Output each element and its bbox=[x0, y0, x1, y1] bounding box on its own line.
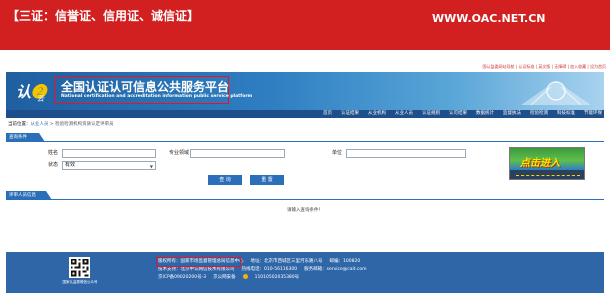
footer-line-support: 技术支持：北京中认网信技术有限公司 热线电话：010-56116300 服务邮箱：s… bbox=[158, 266, 374, 274]
footer-tech-support: 技术支持：北京中认网信技术有限公司 bbox=[158, 267, 235, 272]
status-value: 有效 bbox=[65, 162, 76, 168]
breadcrumb-link[interactable]: 从业人员 bbox=[31, 122, 49, 127]
site-title: 全国认证认可信息公共服务平台 bbox=[61, 80, 230, 94]
promo-banner: 【三证：信誉证、信用证、诚信证】 WWW.OAC.NET.CN bbox=[0, 0, 610, 50]
nav-item[interactable]: 检验检测 bbox=[530, 110, 548, 118]
promo-road-line bbox=[516, 175, 580, 176]
results-panel-tab: 评审人员信息 bbox=[6, 191, 52, 200]
unit-label: 单位 bbox=[332, 150, 343, 156]
nav-item[interactable]: 数据统计 bbox=[476, 110, 494, 118]
nav-item[interactable]: 认证结果 bbox=[341, 110, 359, 118]
nav-item[interactable]: 从业人员 bbox=[395, 110, 413, 118]
footer-icp[interactable]: 京ICP备09020200号-3 bbox=[158, 275, 206, 280]
nav-item[interactable]: 首页 bbox=[323, 110, 332, 118]
name-label: 姓名 bbox=[48, 150, 59, 156]
major-label: 专业领域 bbox=[169, 150, 190, 156]
top-links[interactable]: 国认监委网站导航 | 认证标准 | 英文版 | 无障碍 | 加入收藏 | 设为首… bbox=[436, 63, 606, 71]
spacer bbox=[0, 50, 610, 63]
site-subtitle: National certification and accreditation… bbox=[61, 94, 253, 99]
banner-url[interactable]: WWW.OAC.NET.CN bbox=[432, 12, 546, 25]
status-select[interactable]: 有效 ▼ bbox=[62, 161, 156, 170]
header-decoration-icon bbox=[521, 81, 591, 106]
site-header: 认❷ 云 全国认证认可信息公共服务平台 National certificati… bbox=[6, 72, 604, 110]
footer-email[interactable]: 服务邮箱：service@cait.com bbox=[304, 267, 366, 272]
footer-address: 地址：北京市西城区三里河东路八号 bbox=[250, 259, 323, 264]
breadcrumb-current: 检验检测机构资质认定评审员 bbox=[55, 122, 114, 127]
qr-caption: 国家认监委微信公众号 bbox=[62, 280, 98, 284]
banner-slogan: 【三证：信誉证、信用证、诚信证】 bbox=[7, 9, 200, 23]
nav-item[interactable]: 节能环保 bbox=[584, 110, 602, 118]
qr-code-icon bbox=[69, 257, 90, 278]
nav-item[interactable]: 认证规则 bbox=[422, 110, 440, 118]
promo-entry-button[interactable]: 点击进入 bbox=[509, 147, 585, 180]
nav-item[interactable]: 从业机构 bbox=[368, 110, 386, 118]
status-label: 状态 bbox=[48, 162, 59, 168]
logo-subtext: 云 bbox=[37, 95, 44, 103]
police-badge-icon bbox=[242, 274, 248, 279]
footer-police-number[interactable]: 11010502035380号 bbox=[255, 275, 300, 280]
reset-button[interactable]: 重 置 bbox=[250, 175, 284, 185]
results-panel-header: 评审人员信息 bbox=[6, 191, 604, 200]
breadcrumb-prefix: 当前位置： bbox=[8, 122, 31, 127]
nav-item[interactable]: 科技标准 bbox=[557, 110, 575, 118]
unit-input[interactable] bbox=[346, 149, 466, 158]
main-nav: 首页 认证结果 从业机构 从业人员 认证规则 认可结果 数据统计 监督执法 检验检测 科技标准 节能… bbox=[6, 110, 604, 118]
footer-copyright-highlight bbox=[156, 257, 241, 267]
chevron-down-icon: ▼ bbox=[149, 164, 153, 169]
nav-item[interactable]: 监督执法 bbox=[503, 110, 521, 118]
search-panel-header: 查询条件 bbox=[6, 133, 604, 142]
search-panel-tab: 查询条件 bbox=[6, 133, 45, 142]
logo-text: 认 bbox=[16, 83, 32, 101]
name-input[interactable] bbox=[62, 149, 156, 158]
nav-item[interactable]: 认可结果 bbox=[449, 110, 467, 118]
nav-items: 首页 认证结果 从业机构 从业人员 认证规则 认可结果 数据统计 监督执法 检验检测 科技标准 节能… bbox=[323, 110, 602, 118]
breadcrumb: 当前位置：从业人员 > 检验检测机构资质认定评审员 bbox=[8, 121, 114, 129]
site-title-highlight: 全国认证认可信息公共服务平台 National certification an… bbox=[54, 76, 252, 104]
footer-postcode: 邮编：100820 bbox=[329, 259, 361, 264]
promo-text: 点击进入 bbox=[520, 158, 560, 169]
empty-results-message: 请输入查询条件！ bbox=[287, 208, 323, 213]
search-button[interactable]: 查 询 bbox=[208, 175, 242, 185]
bottom-strip bbox=[0, 294, 610, 306]
footer-line-icp: 京ICP备09020200号-3 京公网安备 11010502035380号 bbox=[158, 274, 374, 282]
footer-hotline: 热线电话：010-56116300 bbox=[241, 267, 298, 272]
major-input[interactable] bbox=[190, 149, 285, 158]
site-footer: 国家认监委微信公众号 版权所有：国家市场监督管理总局信息中心 地址：北京市西城区三… bbox=[6, 252, 604, 293]
footer-police-label: 京公网安备 bbox=[213, 275, 236, 280]
promo-road-graphic bbox=[510, 170, 584, 179]
